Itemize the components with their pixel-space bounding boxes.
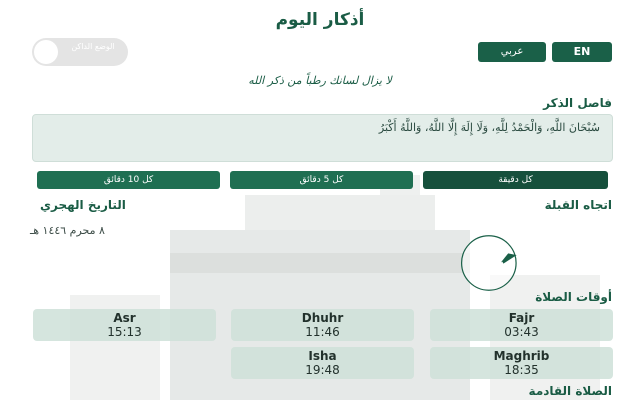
- prayer-name: Asr: [113, 311, 136, 325]
- dark-mode-toggle[interactable]: الوضع الداكن: [32, 38, 128, 66]
- prayer-time: 15:13: [107, 325, 142, 339]
- lang-english-button[interactable]: EN: [552, 42, 612, 62]
- prayer-card-fajr: Fajr 03:43: [430, 309, 613, 341]
- qibla-heading: اتجاه القبلة: [544, 198, 612, 212]
- prayer-card-asr: Asr 15:13: [33, 309, 216, 341]
- dark-mode-label: الوضع الداكن: [71, 42, 115, 51]
- prayer-time: 11:46: [305, 325, 340, 339]
- dhikr-text-box: سُبْحَانَ اللَّهِ، وَالْحَمْدُ لِلَّهِ، …: [32, 114, 613, 162]
- interval-1-min-button[interactable]: كل دقيقة: [423, 171, 608, 189]
- page-title: أذكار اليوم: [275, 10, 365, 30]
- prayer-card-dhuhr: Dhuhr 11:46: [231, 309, 414, 341]
- toggle-knob: [34, 40, 58, 64]
- prayer-card-maghrib: Maghrib 18:35: [430, 347, 613, 379]
- prayer-card-isha: Isha 19:48: [231, 347, 414, 379]
- interval-5-min-button[interactable]: كل 5 دقائق: [230, 171, 413, 189]
- prayer-name: Isha: [308, 349, 337, 363]
- hijri-heading: التاريخ الهجري: [40, 198, 126, 212]
- hijri-date: ٨ محرم ١٤٤٦ هـ: [30, 224, 105, 237]
- dhikr-heading: فاصل الذكر: [543, 96, 612, 110]
- interval-10-min-button[interactable]: كل 10 دقائق: [37, 171, 220, 189]
- prayer-time: 18:35: [504, 363, 539, 377]
- prayer-name: Maghrib: [493, 349, 550, 363]
- next-prayer-heading: الصلاة القادمة: [528, 384, 612, 398]
- prayer-time: 03:43: [504, 325, 539, 339]
- tagline: لا يزال لسانك رطباً من ذكر الله: [248, 74, 392, 87]
- prayer-name: Dhuhr: [301, 311, 344, 325]
- prayer-name: Fajr: [508, 311, 535, 325]
- lang-arabic-button[interactable]: عربي: [478, 42, 546, 62]
- prayer-times-heading: أوقات الصلاة: [535, 290, 612, 304]
- prayer-time: 19:48: [305, 363, 340, 377]
